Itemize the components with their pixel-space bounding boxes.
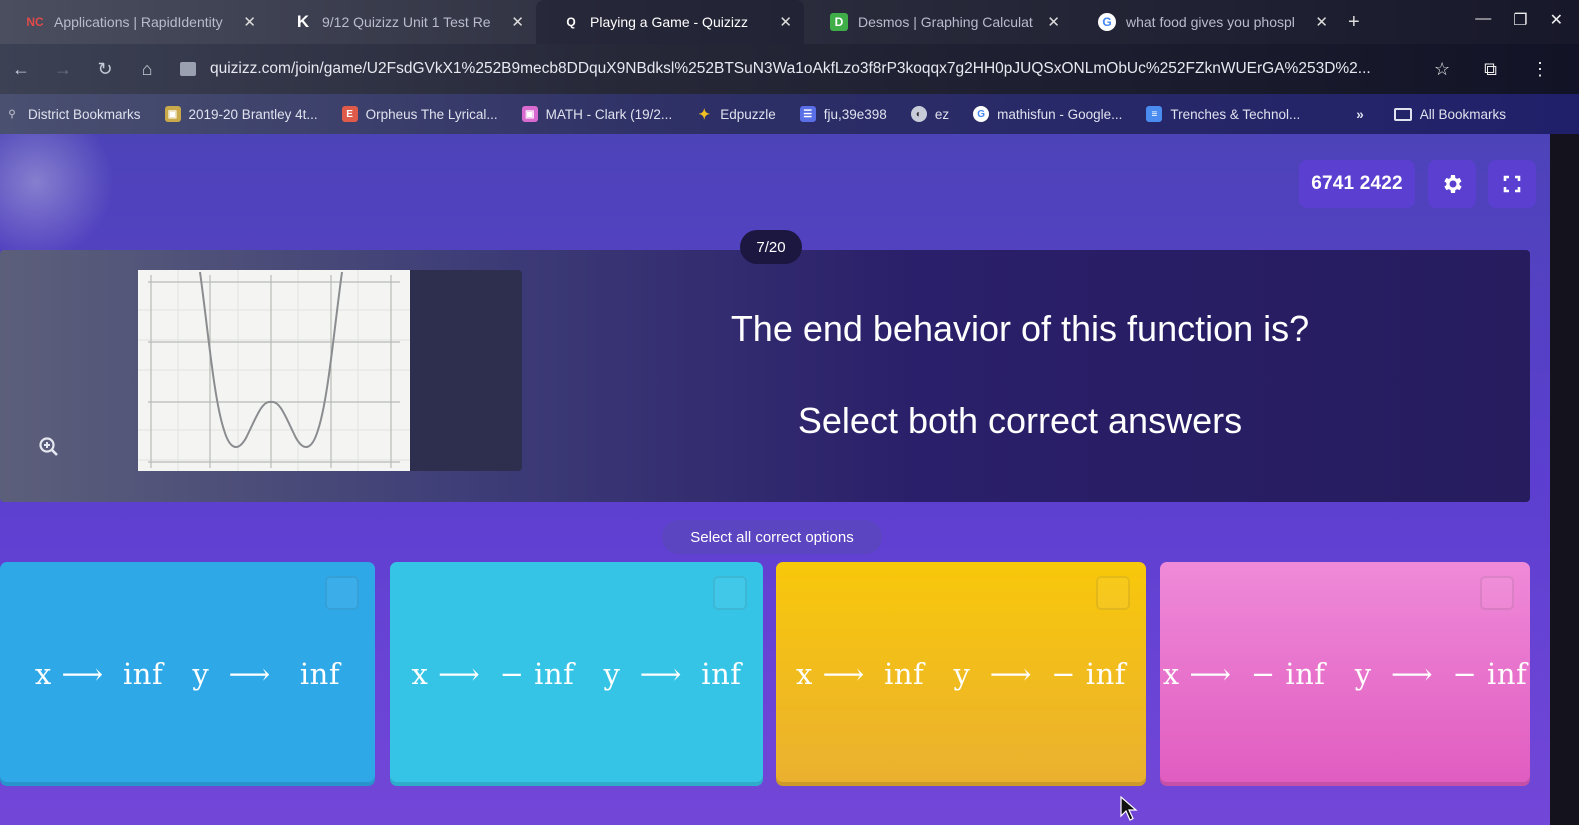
- game-code: 6741 2422: [1299, 160, 1415, 208]
- question-text: The end behavior of this function is?: [730, 308, 1310, 349]
- bookmark-ez[interactable]: ◐ ez: [910, 106, 950, 122]
- bookmark-label: ez: [934, 106, 950, 122]
- bookmark-label: District Bookmarks: [28, 106, 141, 122]
- gear-icon: [1444, 175, 1462, 193]
- docs-icon: ≡: [1146, 106, 1163, 122]
- district-icon: ⚲: [8, 108, 16, 120]
- close-tab-icon[interactable]: ✕: [779, 13, 792, 31]
- bookmark-math-clark[interactable]: ▣ MATH - Clark (19/2...: [521, 106, 673, 122]
- desmos-icon: D: [830, 13, 848, 31]
- bookmark-edpuzzle[interactable]: ✦ Edpuzzle: [696, 105, 776, 122]
- quizizz-icon: Q: [566, 15, 576, 29]
- option-text: x ⟶ − inf y ⟶ inf: [411, 657, 742, 691]
- answer-option-3[interactable]: x ⟶ inf y ⟶ − inf: [776, 562, 1146, 786]
- answer-option-1[interactable]: x ⟶ inf y ⟶ inf: [0, 562, 375, 786]
- site-info-icon[interactable]: [180, 62, 196, 76]
- question-counter: 7/20: [740, 230, 802, 264]
- answer-option-2[interactable]: x ⟶ − inf y ⟶ inf: [390, 562, 763, 786]
- tab-playing-quizizz[interactable]: Q Playing a Game - Quizizz ✕: [536, 0, 804, 44]
- new-tab-button[interactable]: +: [1348, 11, 1360, 34]
- globe-icon: ◐: [910, 106, 927, 122]
- address-bar-row: ← → ↻ ⌂ quizizz.com/join/game/U2FsdGVkX1…: [0, 44, 1579, 94]
- settings-button[interactable]: [1428, 160, 1476, 208]
- all-bookmarks-label: All Bookmarks: [1419, 106, 1507, 122]
- url-text: quizizz.com/join/game/U2FsdGVkX1%252B9me…: [210, 60, 1371, 77]
- tab-google-search[interactable]: G what food gives you phospl ✕: [1072, 0, 1340, 44]
- bookmark-label: fju,39e398: [823, 106, 887, 122]
- option-checkbox[interactable]: [1096, 576, 1130, 610]
- function-graph: [138, 270, 410, 471]
- k-logo-icon: K: [296, 12, 310, 31]
- tab-desmos[interactable]: D Desmos | Graphing Calculat ✕: [804, 0, 1072, 44]
- quiz-page: 6741 2422 7/20 The end behavior of this …: [0, 134, 1550, 825]
- zoom-in-icon[interactable]: [38, 436, 60, 463]
- close-tab-icon[interactable]: ✕: [1047, 13, 1060, 31]
- tab-title: 9/12 Quizizz Unit 1 Test Re: [322, 14, 491, 30]
- option-text: x ⟶ inf y ⟶ − inf: [796, 657, 1126, 691]
- close-tab-icon[interactable]: ✕: [511, 13, 524, 31]
- instruction-pill: Select all correct options: [662, 520, 882, 554]
- classroom-icon: ▣: [164, 106, 181, 122]
- tab-title: Applications | RapidIdentity: [54, 14, 223, 30]
- close-tab-icon[interactable]: ✕: [243, 13, 256, 31]
- bookmark-orpheus[interactable]: E Orpheus The Lyrical...: [341, 106, 498, 122]
- more-bookmarks-button[interactable]: »: [1356, 107, 1364, 122]
- option-text: x ⟶ − inf y ⟶ − inf: [1162, 657, 1528, 691]
- bookmark-label: mathisfun - Google...: [997, 106, 1123, 122]
- bookmark-label: MATH - Clark (19/2...: [545, 106, 673, 122]
- all-bookmarks-button[interactable]: All Bookmarks: [1393, 106, 1507, 122]
- screen-edge: [1550, 134, 1579, 825]
- option-text: x ⟶ inf y ⟶ inf: [34, 657, 341, 691]
- folder-icon: [1393, 107, 1412, 121]
- fullscreen-button[interactable]: [1488, 160, 1536, 208]
- answer-options: x ⟶ inf y ⟶ inf x ⟶ − inf y ⟶ inf x ⟶ in…: [0, 562, 1530, 788]
- classroom-icon: ▣: [521, 106, 538, 122]
- url-field[interactable]: quizizz.com/join/game/U2FsdGVkX1%252B9me…: [180, 60, 1416, 78]
- extensions-icon[interactable]: ⧉: [1484, 59, 1497, 80]
- edpuzzle-icon: ✦: [698, 105, 711, 122]
- window-controls: — ❐ ✕: [1475, 10, 1563, 30]
- mouse-cursor-icon: [1120, 795, 1138, 825]
- tab-rapididentity[interactable]: NC Applications | RapidIdentity ✕: [0, 0, 268, 44]
- bookmark-trenches[interactable]: ≡ Trenches & Technol...: [1146, 106, 1300, 122]
- bookmark-brantley[interactable]: ▣ 2019-20 Brantley 4t...: [164, 106, 318, 122]
- bookmark-label: Edpuzzle: [720, 106, 776, 122]
- bookmark-fju[interactable]: ☰ fju,39e398: [799, 106, 887, 122]
- forward-icon[interactable]: →: [42, 59, 84, 80]
- tab-title: Playing a Game - Quizizz: [590, 14, 748, 30]
- bookmarks-bar: ⚲ District Bookmarks ▣ 2019-20 Brantley …: [0, 94, 1579, 134]
- question-graph-image[interactable]: [138, 270, 410, 471]
- minimize-icon[interactable]: —: [1475, 10, 1491, 30]
- bookmark-label: Orpheus The Lyrical...: [365, 106, 498, 122]
- tab-quizizz-test[interactable]: K 9/12 Quizizz Unit 1 Test Re ✕: [268, 0, 536, 44]
- question-subtitle: Select both correct answers: [797, 400, 1243, 441]
- google-icon: G: [1098, 13, 1116, 31]
- bookmark-star-icon[interactable]: ☆: [1434, 59, 1450, 80]
- tab-title: Desmos | Graphing Calculat: [858, 14, 1033, 30]
- option-checkbox[interactable]: [713, 576, 747, 610]
- reload-icon[interactable]: ↻: [84, 59, 126, 80]
- tab-title: what food gives you phospl: [1126, 14, 1295, 30]
- answer-option-4[interactable]: x ⟶ − inf y ⟶ − inf: [1160, 562, 1530, 786]
- option-checkbox[interactable]: [1480, 576, 1514, 610]
- e-icon: E: [341, 106, 358, 122]
- restore-icon[interactable]: ❐: [1513, 10, 1527, 30]
- menu-kebab-icon[interactable]: ⋮: [1531, 59, 1549, 80]
- bookmark-district[interactable]: ⚲ District Bookmarks: [4, 106, 141, 122]
- bookmark-mathisfun[interactable]: G mathisfun - Google...: [973, 106, 1122, 122]
- bookmark-label: Trenches & Technol...: [1170, 106, 1301, 122]
- close-window-icon[interactable]: ✕: [1550, 10, 1563, 30]
- fullscreen-icon: [1503, 175, 1521, 193]
- option-checkbox[interactable]: [325, 576, 359, 610]
- rapididentity-icon: NC: [26, 15, 44, 29]
- bookmark-label: 2019-20 Brantley 4t...: [188, 106, 318, 122]
- background-glow: [0, 134, 120, 254]
- browser-tab-bar: NC Applications | RapidIdentity ✕ K 9/12…: [0, 0, 1579, 44]
- home-icon[interactable]: ⌂: [126, 59, 168, 80]
- google-icon: G: [973, 106, 990, 122]
- sheets-icon: ☰: [799, 106, 816, 122]
- close-tab-icon[interactable]: ✕: [1315, 13, 1328, 31]
- back-icon[interactable]: ←: [0, 59, 42, 80]
